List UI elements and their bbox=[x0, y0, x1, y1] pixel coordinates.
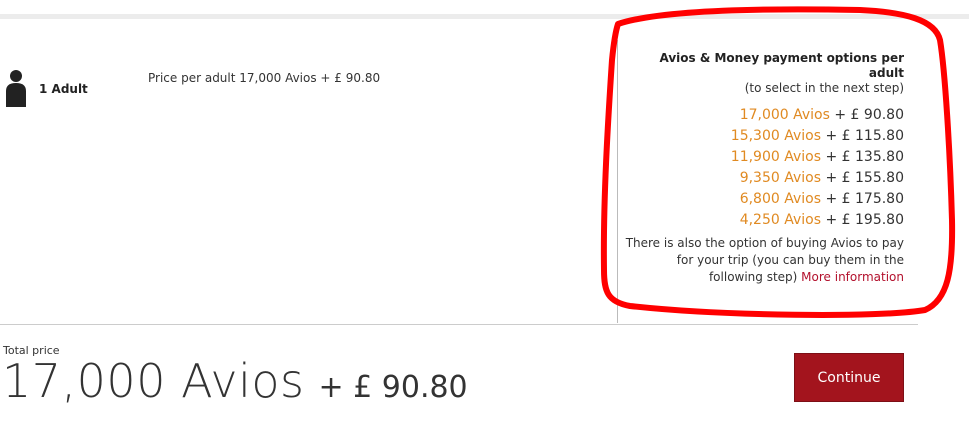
option-avios: 9,350 Avios bbox=[739, 170, 822, 186]
more-information-link[interactable]: More information bbox=[801, 270, 904, 284]
option-money: + £ 195.80 bbox=[821, 212, 904, 228]
booking-summary: 1 Adult Price per adult 17,000 Avios + £… bbox=[0, 0, 969, 426]
payment-options-list: 17,000 Avios + £ 90.80 15,300 Avios + £ … bbox=[622, 105, 904, 231]
payment-option: 6,800 Avios + £ 175.80 bbox=[622, 189, 904, 210]
option-money: + £ 115.80 bbox=[821, 128, 904, 144]
continue-button[interactable]: Continue bbox=[794, 353, 904, 402]
payment-option: 15,300 Avios + £ 115.80 bbox=[622, 126, 904, 147]
top-divider bbox=[0, 14, 969, 19]
payment-option: 9,350 Avios + £ 155.80 bbox=[622, 168, 904, 189]
total-avios: 17,000 Avios bbox=[2, 354, 305, 408]
buy-avios-note: There is also the option of buying Avios… bbox=[622, 235, 904, 286]
option-avios: 4,250 Avios bbox=[739, 212, 822, 228]
option-avios: 15,300 Avios bbox=[730, 128, 822, 144]
option-money: + £ 175.80 bbox=[821, 191, 904, 207]
payment-option: 11,900 Avios + £ 135.80 bbox=[622, 147, 904, 168]
payment-options-title: Avios & Money payment options per adult bbox=[659, 51, 904, 80]
price-per-adult: Price per adult 17,000 Avios + £ 90.80 bbox=[148, 71, 381, 85]
option-money: + £ 90.80 bbox=[829, 107, 904, 123]
option-avios: 17,000 Avios bbox=[739, 107, 830, 123]
option-avios: 6,800 Avios bbox=[739, 191, 822, 207]
total-divider bbox=[0, 324, 918, 325]
column-divider bbox=[617, 40, 618, 323]
payment-option: 17,000 Avios + £ 90.80 bbox=[622, 105, 904, 126]
total-price: 17,000 Avios + £ 90.80 bbox=[2, 354, 468, 408]
payment-options-subtitle: (to select in the next step) bbox=[744, 81, 904, 95]
payment-option: 4,250 Avios + £ 195.80 bbox=[622, 210, 904, 231]
person-icon bbox=[6, 70, 26, 107]
option-money: + £ 155.80 bbox=[821, 170, 904, 186]
option-avios: 11,900 Avios bbox=[730, 149, 822, 165]
option-money: + £ 135.80 bbox=[821, 149, 904, 165]
payment-options-panel: Avios & Money payment options per adult … bbox=[622, 51, 904, 286]
passenger-count: 1 Adult bbox=[39, 82, 88, 96]
total-money: + £ 90.80 bbox=[318, 370, 468, 405]
passenger-summary: 1 Adult bbox=[3, 69, 88, 109]
